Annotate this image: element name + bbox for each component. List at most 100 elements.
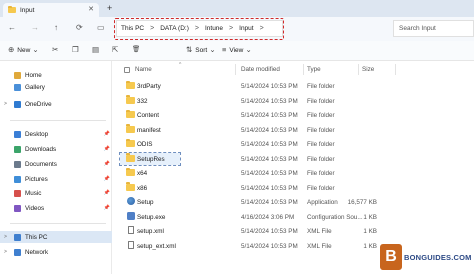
file-type: File folder [307, 155, 335, 163]
file-row[interactable]: Content 5/14/2024 10:53 PM File folder [113, 108, 474, 122]
new-label: New [17, 47, 31, 54]
column-divider[interactable] [235, 64, 236, 75]
file-name: 3rdParty [137, 83, 161, 90]
address-bar[interactable]: This PC > DATA (D:) > Intune > Input > [116, 20, 283, 37]
file-date: 5/14/2024 10:53 PM [241, 199, 298, 206]
pin-icon: 📌 [103, 161, 110, 167]
chevron-right-icon[interactable]: > [4, 249, 7, 255]
sidebar-item-videos[interactable]: Videos 📌 [0, 202, 112, 214]
sidebar-item-this-pc[interactable]: > This PC [0, 231, 112, 243]
logo-badge: B [380, 244, 402, 270]
file-row[interactable]: SetupRes 5/14/2024 10:53 PM File folder [113, 151, 474, 166]
view-button[interactable]: ≡ View ⌄ [222, 45, 252, 56]
sidebar-item-pictures[interactable]: Pictures 📌 [0, 173, 112, 185]
file-row[interactable]: Setup 5/14/2024 10:53 PM Application 16,577… [113, 195, 474, 209]
file-row[interactable]: 332 5/14/2024 10:53 PM File folder [113, 94, 474, 108]
sidebar-item-onedrive[interactable]: > OneDrive [0, 98, 112, 110]
file-name: ODIS [137, 141, 153, 148]
chevron-right-icon[interactable]: > [4, 234, 7, 240]
pin-icon: 📌 [103, 190, 110, 196]
breadcrumb-separator-icon[interactable]: > [229, 25, 233, 32]
breadcrumb-item[interactable]: Intune [205, 25, 223, 32]
file-type: XML File [307, 228, 332, 235]
file-row[interactable]: x86 5/14/2024 10:53 PM File folder [113, 181, 474, 195]
column-header-size[interactable]: Size [362, 66, 374, 73]
file-name: 332 [137, 97, 148, 105]
new-button[interactable]: ⊕ New ⌄ [8, 45, 39, 56]
sort-icon: ⇅ [186, 45, 193, 54]
copy-icon[interactable]: ❐ [72, 45, 79, 55]
file-row[interactable]: ODIS 5/14/2024 10:53 PM File folder [113, 137, 474, 151]
column-header-name[interactable]: Name [135, 66, 152, 73]
sidebar-item-documents[interactable]: Documents 📌 [0, 158, 112, 170]
file-type: XML File [307, 242, 332, 250]
sidebar-item-label: Downloads [25, 145, 57, 153]
file-name: setup.xml [137, 228, 164, 235]
navigation-bar: ← → ↑ ⟳ ▭ This PC > DATA (D:) > Intune > Input… [0, 17, 474, 41]
paste-icon[interactable]: ▤ [92, 45, 99, 55]
column-header-type[interactable]: Type [307, 66, 321, 73]
search-input[interactable]: Search Input [393, 20, 474, 37]
back-arrow-icon[interactable]: ← [8, 23, 16, 33]
file-size: 1 KB [363, 213, 377, 221]
folder-icon [126, 124, 135, 133]
sidebar-item-label: Music [25, 189, 42, 197]
title-bar: Input ✕ + [0, 0, 474, 17]
file-type: File folder [307, 83, 335, 90]
breadcrumb-separator-icon[interactable]: > [150, 25, 154, 32]
navigation-pane: Home Gallery > OneDrive Desktop 📌 Downloads 📌 Do… [0, 61, 112, 274]
new-tab-button[interactable]: + [107, 4, 112, 13]
share-icon[interactable]: ⇱ [112, 45, 118, 55]
column-divider[interactable] [303, 64, 304, 75]
onedrive-icon [14, 100, 21, 108]
refresh-icon[interactable]: ⟳ [76, 23, 83, 33]
file-date: 5/14/2024 10:53 PM [241, 184, 298, 192]
file-row[interactable]: x64 5/14/2024 10:53 PM File folder [113, 166, 474, 180]
breadcrumb-item[interactable]: This PC [121, 25, 144, 32]
breadcrumb-item[interactable]: DATA (D:) [160, 25, 189, 32]
up-arrow-icon[interactable]: ↑ [54, 23, 58, 33]
downloads-icon [14, 145, 21, 153]
folder-icon [126, 182, 135, 191]
column-header-date[interactable]: Date modified [241, 66, 280, 73]
sidebar-item-network[interactable]: > Network [0, 246, 112, 258]
chevron-right-icon[interactable]: > [4, 101, 7, 107]
close-tab-icon[interactable]: ✕ [88, 5, 94, 13]
file-row[interactable]: manifest 5/14/2024 10:53 PM File folder [113, 123, 474, 137]
view-pane-icon[interactable]: ▭ [97, 23, 105, 33]
sidebar-item-label: Videos [25, 204, 45, 212]
pin-icon: 📌 [103, 131, 110, 137]
column-divider[interactable] [358, 64, 359, 75]
file-row[interactable]: Setup.exe 4/16/2024 3:06 PM Configuration … [113, 210, 474, 224]
column-divider[interactable] [395, 64, 396, 75]
file-row[interactable]: setup.xml 5/14/2024 10:53 PM XML File 1 KB [113, 224, 474, 238]
tab-input[interactable]: Input ✕ [3, 3, 99, 17]
file-name: x86 [137, 184, 148, 192]
sidebar-item-desktop[interactable]: Desktop 📌 [0, 128, 112, 140]
breadcrumb-separator-icon[interactable]: > [195, 25, 199, 32]
breadcrumb-separator-icon[interactable]: > [260, 25, 264, 32]
folder-icon [126, 138, 135, 147]
chevron-down-icon: ⌄ [209, 45, 216, 54]
sidebar-item-gallery[interactable]: Gallery [0, 81, 112, 93]
file-name: Setup [137, 199, 154, 206]
sidebar-item-home[interactable]: Home [0, 69, 112, 81]
chevron-down-icon: ⌄ [32, 45, 39, 54]
breadcrumb-item[interactable]: Input [239, 25, 253, 32]
file-name: Setup.exe [137, 213, 166, 221]
view-label: View [229, 47, 244, 54]
file-date: 5/14/2024 10:53 PM [241, 141, 298, 148]
forward-arrow-icon[interactable]: → [31, 23, 39, 33]
file-size: 1 KB [363, 242, 377, 250]
sidebar-item-downloads[interactable]: Downloads 📌 [0, 143, 112, 155]
sidebar-item-music[interactable]: Music 📌 [0, 187, 112, 199]
delete-icon[interactable]: 🗑 [132, 45, 140, 55]
desktop-icon [14, 130, 21, 138]
select-all-checkbox[interactable] [124, 67, 130, 73]
sort-button[interactable]: ⇅ Sort ⌄ [186, 45, 216, 56]
file-date: 5/14/2024 10:53 PM [241, 228, 298, 235]
cut-icon[interactable]: ✂ [52, 45, 58, 55]
sidebar-item-label: Network [25, 248, 49, 256]
file-row[interactable]: 3rdParty 5/14/2024 10:53 PM File folder [113, 79, 474, 93]
folder-icon [126, 153, 135, 162]
